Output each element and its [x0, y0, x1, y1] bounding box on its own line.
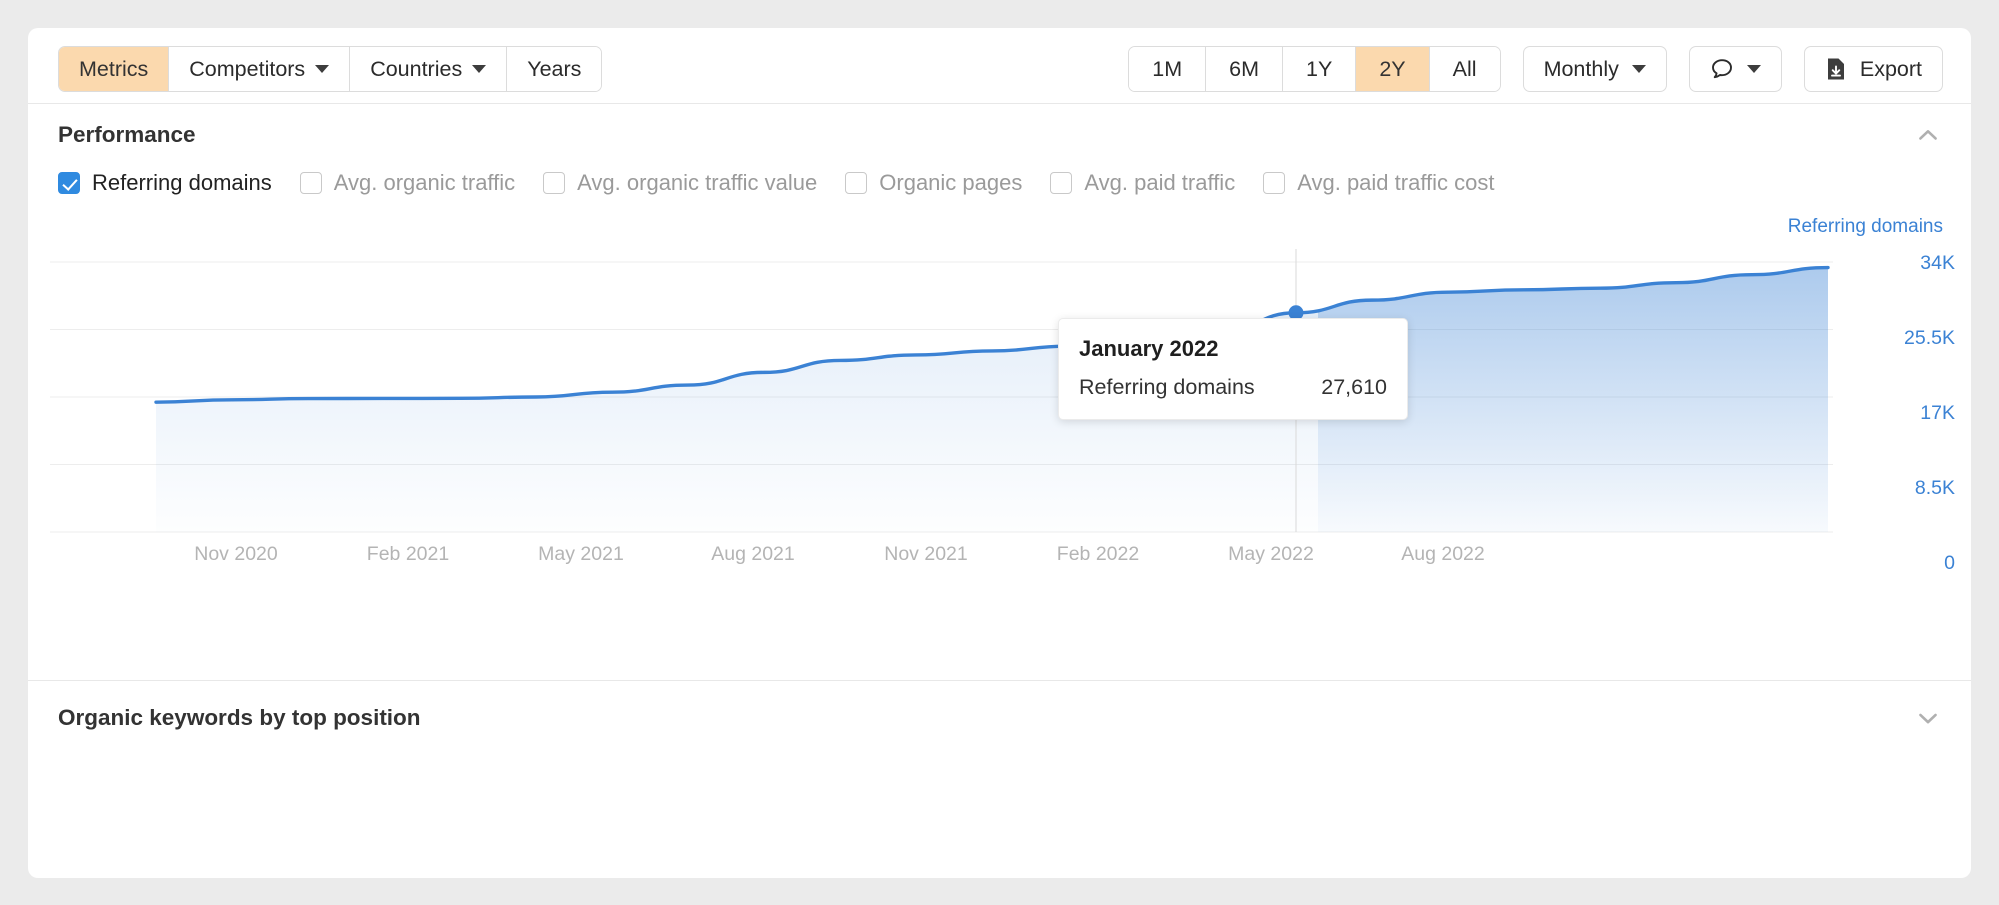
tab-countries[interactable]: Countries	[350, 47, 507, 91]
date-range-selector: 1M 6M 1Y 2Y All	[1128, 46, 1500, 92]
metric-avg-paid-traffic-cost-label: Avg. paid traffic cost	[1297, 170, 1494, 196]
metric-avg-organic-traffic[interactable]: Avg. organic traffic	[300, 170, 515, 196]
tooltip-row: Referring domains 27,610	[1079, 375, 1387, 400]
chevron-down-icon	[315, 65, 329, 73]
y-tick-1: 25.5K	[1845, 327, 1955, 350]
x-tick-6: May 2022	[1181, 543, 1361, 566]
toolbar: Metrics Competitors Countries Years	[28, 28, 1971, 104]
view-tabs: Metrics Competitors Countries Years	[58, 46, 602, 92]
tab-years[interactable]: Years	[507, 47, 601, 91]
range-2y[interactable]: 2Y	[1356, 47, 1429, 91]
page-title: Performance	[58, 122, 196, 148]
chevron-down-icon[interactable]	[1915, 705, 1941, 731]
x-tick-7: Aug 2022	[1353, 543, 1533, 566]
x-tick-3: Aug 2021	[663, 543, 843, 566]
chevron-down-icon	[1632, 65, 1646, 73]
y-tick-2: 17K	[1845, 402, 1955, 425]
organic-keywords-title: Organic keywords by top position	[58, 705, 421, 731]
checkbox-avg-organic-traffic[interactable]	[300, 172, 322, 194]
checkbox-referring-domains[interactable]	[58, 172, 80, 194]
x-tick-5: Feb 2022	[1008, 543, 1188, 566]
y-tick-3: 8.5K	[1845, 477, 1955, 500]
chart-tooltip: January 2022 Referring domains 27,610	[1058, 318, 1408, 420]
chevron-down-icon	[1747, 65, 1761, 73]
export-button[interactable]: Export	[1804, 46, 1943, 92]
speech-bubble-icon	[1710, 57, 1734, 81]
toolbar-right-group: 1M 6M 1Y 2Y All Monthly	[1128, 46, 1943, 92]
app-root: Metrics Competitors Countries Years	[0, 0, 1999, 905]
x-tick-2: May 2021	[491, 543, 671, 566]
checkbox-avg-paid-traffic[interactable]	[1050, 172, 1072, 194]
range-1m-label: 1M	[1152, 57, 1182, 82]
tab-countries-label: Countries	[370, 57, 462, 82]
range-1m[interactable]: 1M	[1129, 47, 1206, 91]
toolbar-left-group: Metrics Competitors Countries Years	[58, 46, 602, 92]
tooltip-metric-value: 27,610	[1321, 375, 1387, 400]
tab-metrics[interactable]: Metrics	[59, 47, 169, 91]
metric-avg-organic-traffic-label: Avg. organic traffic	[334, 170, 515, 196]
metric-toggles: Referring domains Avg. organic traffic A…	[28, 166, 1971, 196]
metric-avg-paid-traffic-label: Avg. paid traffic	[1084, 170, 1235, 196]
checkbox-avg-organic-traffic-value[interactable]	[543, 172, 565, 194]
metric-avg-paid-traffic[interactable]: Avg. paid traffic	[1050, 170, 1235, 196]
metric-avg-organic-traffic-value-label: Avg. organic traffic value	[577, 170, 817, 196]
checkbox-avg-paid-traffic-cost[interactable]	[1263, 172, 1285, 194]
tooltip-title: January 2022	[1079, 336, 1387, 362]
tab-years-label: Years	[527, 57, 581, 82]
range-2y-label: 2Y	[1379, 57, 1405, 82]
metric-referring-domains[interactable]: Referring domains	[58, 170, 272, 196]
granularity-dropdown[interactable]: Monthly	[1523, 46, 1667, 92]
metric-organic-pages-label: Organic pages	[879, 170, 1022, 196]
metric-referring-domains-label: Referring domains	[92, 170, 272, 196]
metric-avg-paid-traffic-cost[interactable]: Avg. paid traffic cost	[1263, 170, 1494, 196]
range-6m-label: 6M	[1229, 57, 1259, 82]
export-label: Export	[1860, 57, 1922, 82]
y-tick-4: 0	[1845, 552, 1955, 575]
tab-competitors-label: Competitors	[189, 57, 305, 82]
chevron-down-icon	[472, 65, 486, 73]
range-1y-label: 1Y	[1306, 57, 1332, 82]
tooltip-metric-name: Referring domains	[1079, 375, 1255, 400]
performance-chart[interactable]: Referring domains 34K 25.5K 17K 8.5K 0 N…	[28, 210, 1971, 680]
y-tick-0: 34K	[1845, 252, 1955, 275]
metric-organic-pages[interactable]: Organic pages	[845, 170, 1022, 196]
annotations-dropdown[interactable]	[1689, 46, 1782, 92]
x-tick-0: Nov 2020	[146, 543, 326, 566]
chevron-up-icon[interactable]	[1915, 122, 1941, 148]
x-tick-1: Feb 2021	[318, 543, 498, 566]
tab-metrics-label: Metrics	[79, 57, 148, 82]
chart-canvas[interactable]	[28, 210, 1971, 680]
range-all-label: All	[1453, 57, 1477, 82]
range-all[interactable]: All	[1430, 47, 1500, 91]
organic-keywords-header[interactable]: Organic keywords by top position	[28, 681, 1971, 755]
metric-avg-organic-traffic-value[interactable]: Avg. organic traffic value	[543, 170, 817, 196]
performance-header[interactable]: Performance	[28, 104, 1971, 166]
checkbox-organic-pages[interactable]	[845, 172, 867, 194]
range-1y[interactable]: 1Y	[1283, 47, 1356, 91]
download-file-icon	[1825, 57, 1847, 81]
performance-card: Metrics Competitors Countries Years	[28, 28, 1971, 878]
range-6m[interactable]: 6M	[1206, 47, 1283, 91]
x-tick-4: Nov 2021	[836, 543, 1016, 566]
granularity-label: Monthly	[1544, 57, 1619, 82]
tab-competitors[interactable]: Competitors	[169, 47, 350, 91]
